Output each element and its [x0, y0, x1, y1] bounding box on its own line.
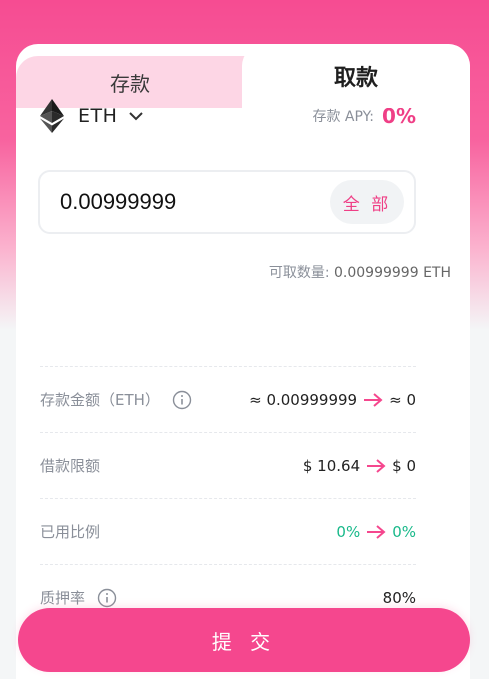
amount-input[interactable]: [60, 189, 300, 215]
asset-name: ETH: [78, 105, 118, 127]
used-ratio-row: 已用比例 0% 0%: [40, 498, 416, 564]
amount-field: 全 部: [38, 170, 416, 234]
borrow-limit-row: 借款限额 $ 10.64 $ 0: [40, 432, 416, 498]
available-amount: 可取数量: 0.00999999 ETH: [269, 262, 451, 282]
chevron-down-icon: [129, 112, 144, 121]
collateral-rate-label-wrap: 质押率: [40, 587, 117, 608]
arrow-right-icon: [364, 392, 383, 407]
deposit-amount-to: ≈ 0: [389, 390, 416, 409]
borrow-limit-label-wrap: 借款限额: [40, 455, 100, 476]
tab-withdraw[interactable]: 取款: [242, 44, 470, 108]
apy-label: 存款 APY:: [312, 109, 375, 125]
deposit-amount-label: 存款金额（ETH）: [40, 391, 160, 409]
borrow-limit-value: $ 10.64 $ 0: [303, 457, 416, 475]
deposit-amount-row: 存款金额（ETH） ≈ 0.00999999 ≈ 0: [40, 366, 416, 432]
borrow-limit-label: 借款限额: [40, 457, 101, 475]
max-button[interactable]: 全 部: [330, 180, 404, 224]
available-value: 0.00999999 ETH: [334, 265, 451, 281]
available-label: 可取数量:: [268, 265, 330, 281]
deposit-amount-label-wrap: 存款金额（ETH）: [40, 389, 192, 410]
used-ratio-value: 0% 0%: [336, 523, 416, 541]
collateral-rate-value: 80%: [383, 589, 416, 607]
info-icon[interactable]: [172, 390, 192, 410]
asset-selector[interactable]: ETH: [40, 99, 144, 133]
collateral-rate-number: 80%: [382, 588, 416, 607]
tab-withdraw-label: 取款: [333, 66, 378, 91]
submit-button[interactable]: 提 交: [18, 608, 470, 672]
deposit-amount-from: ≈ 0.00999999: [249, 390, 358, 409]
used-ratio-label-wrap: 已用比例: [40, 521, 100, 542]
borrow-limit-from: $ 10.64: [302, 456, 361, 475]
used-ratio-from: 0%: [336, 522, 361, 541]
arrow-right-icon: [367, 458, 386, 473]
collateral-rate-label: 质押率: [40, 589, 86, 607]
info-icon[interactable]: [97, 588, 117, 608]
borrow-limit-to: $ 0: [392, 456, 416, 475]
deposit-amount-value: ≈ 0.00999999 ≈ 0: [249, 391, 416, 409]
tab-deposit-label: 存款: [110, 71, 150, 96]
arrow-right-icon: [367, 524, 386, 539]
used-ratio-label: 已用比例: [40, 523, 101, 541]
used-ratio-to: 0%: [392, 522, 416, 541]
ethereum-icon: [40, 99, 64, 133]
